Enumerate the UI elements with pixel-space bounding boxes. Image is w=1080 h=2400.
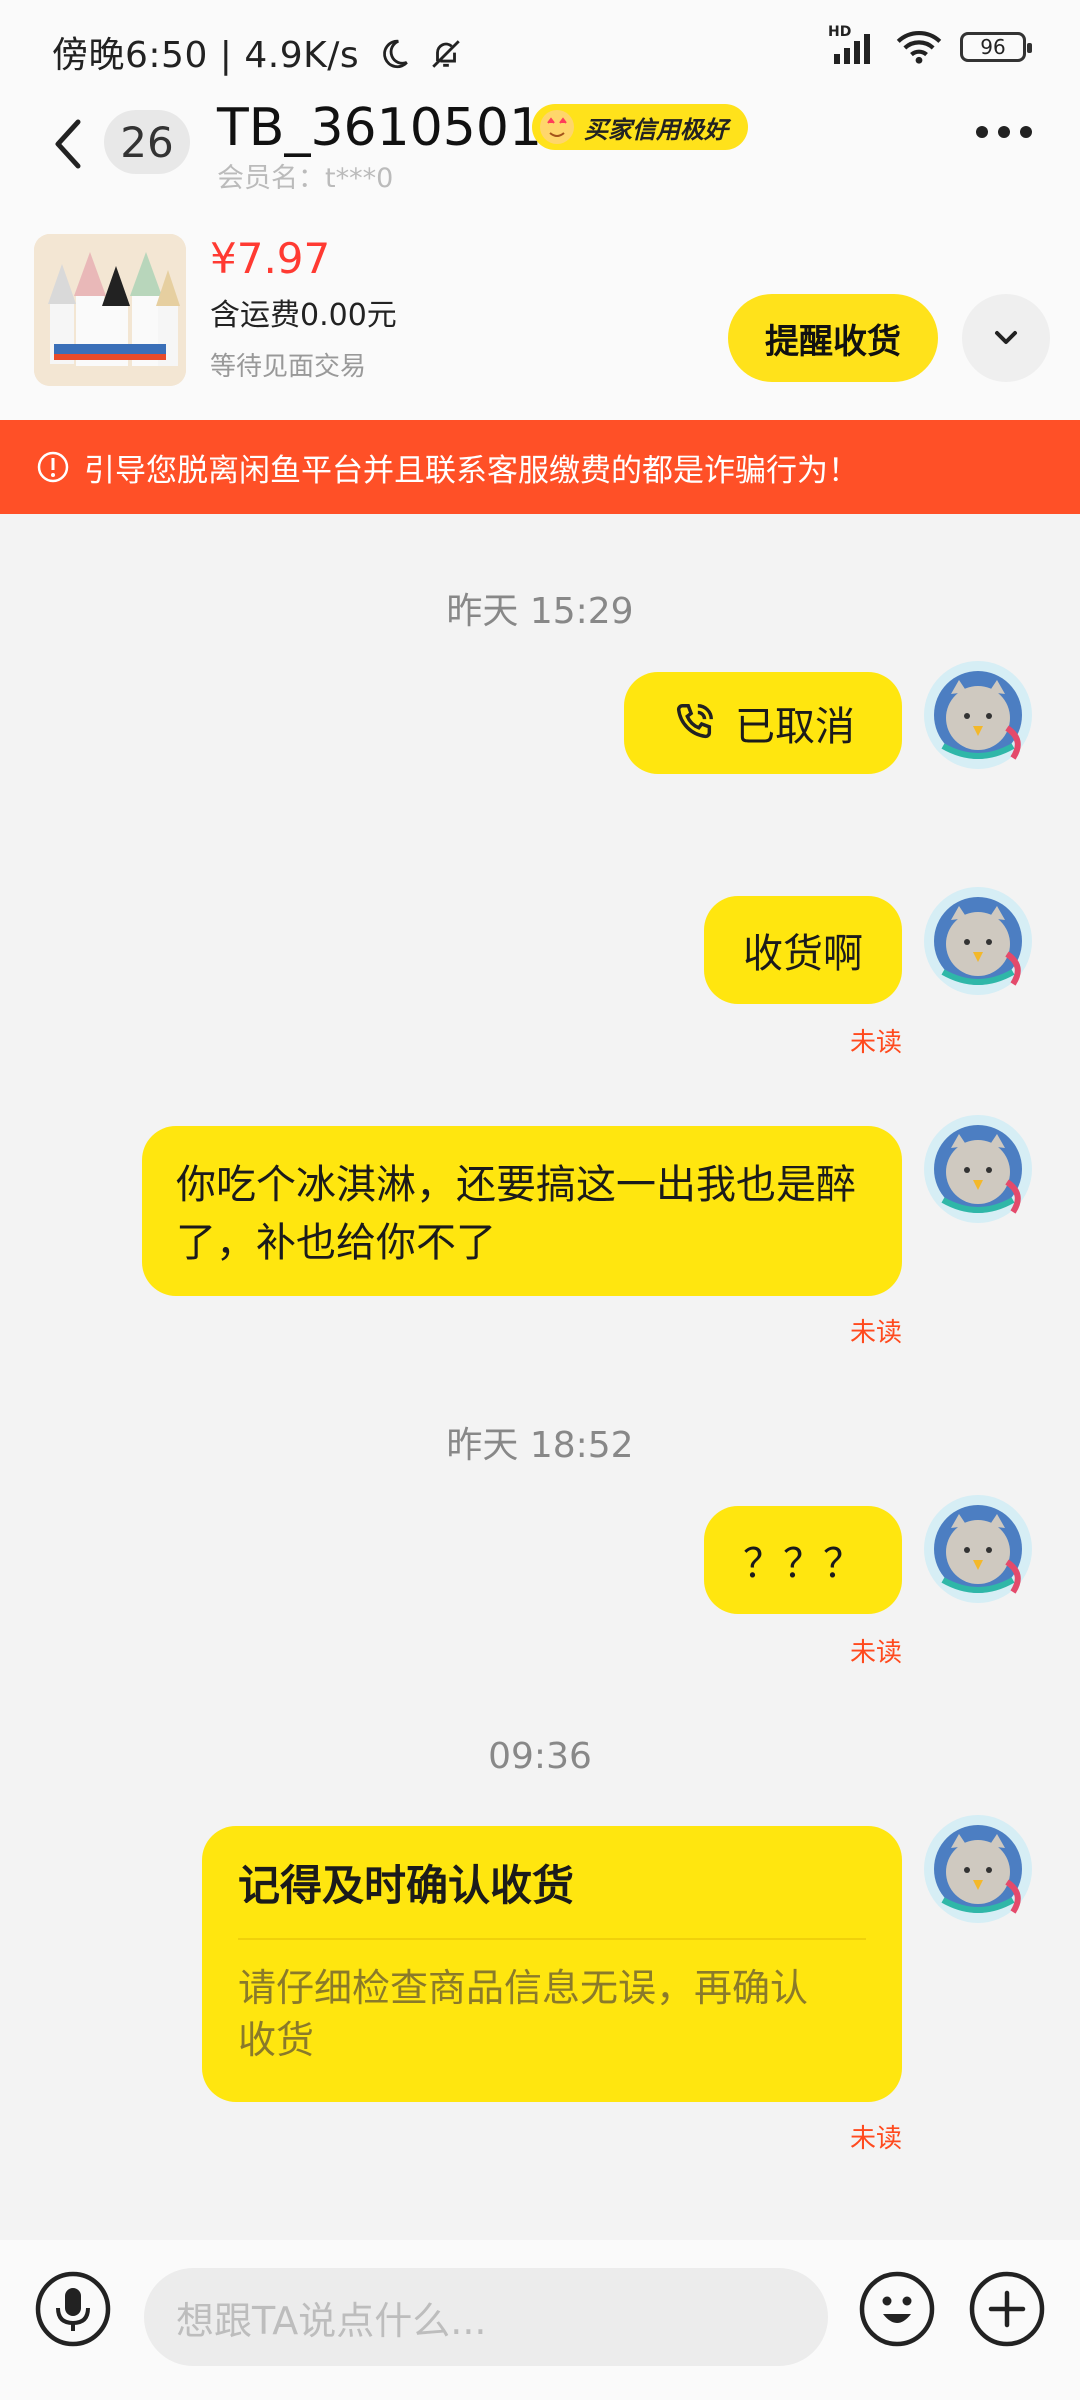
confirm-receipt-card[interactable]: 记得及时确认收货 请仔细检查商品信息无误，再确认收货 bbox=[202, 1826, 902, 2102]
fraud-warning-banner: 引导您脱离闲鱼平台并且联系客服缴费的都是诈骗行为！ bbox=[0, 420, 1080, 514]
warning-text: 引导您脱离闲鱼平台并且联系客服缴费的都是诈骗行为！ bbox=[84, 452, 859, 489]
microphone-icon[interactable] bbox=[34, 2270, 112, 2348]
contact-name: TB_36105018 bbox=[217, 98, 576, 158]
message-bubble[interactable]: 收货啊 bbox=[704, 896, 902, 1004]
status-icons: HD 96 bbox=[828, 24, 1032, 64]
moon-icon bbox=[383, 39, 408, 69]
order-status: 等待见面交易 bbox=[210, 352, 367, 382]
chevron-down-icon bbox=[995, 331, 1017, 344]
unread-label: 未读 bbox=[849, 2124, 902, 2154]
avatar[interactable] bbox=[923, 1814, 1033, 1924]
more-icon[interactable] bbox=[976, 126, 1032, 138]
avatar[interactable] bbox=[923, 1114, 1033, 1224]
chat-topbar: 26 TB_36105018 买家信用极好 会员名：t***0 bbox=[0, 96, 1080, 196]
card-divider bbox=[238, 1938, 866, 1940]
status-time: 傍晚6:50 | 4.9K/s bbox=[52, 26, 463, 78]
product-card[interactable]: ¥7.97 含运费0.00元 等待见面交易 提醒收货 bbox=[0, 220, 1080, 410]
member-name: 会员名：t***0 bbox=[217, 163, 394, 194]
battery-icon: 96 bbox=[960, 32, 1032, 62]
product-thumbnail[interactable] bbox=[34, 234, 186, 386]
back-icon[interactable] bbox=[44, 114, 94, 174]
remind-receipt-button[interactable]: 提醒收货 bbox=[728, 294, 938, 382]
header: 傍晚6:50 | 4.9K/s HD 96 26 TB_36105018 买家信… bbox=[0, 0, 1080, 420]
avatar[interactable] bbox=[923, 1494, 1033, 1604]
message-input[interactable]: 想跟TA说点什么... bbox=[144, 2268, 828, 2366]
star-eyes-emoji-icon bbox=[540, 110, 574, 144]
avatar[interactable] bbox=[923, 660, 1033, 770]
bell-off-icon bbox=[432, 40, 460, 68]
unread-label: 未读 bbox=[849, 1318, 902, 1348]
unread-label: 未读 bbox=[849, 1638, 902, 1668]
product-price: ¥7.97 bbox=[210, 234, 331, 283]
credit-badge[interactable]: 买家信用极好 bbox=[532, 104, 748, 150]
timestamp: 昨天 18:52 bbox=[446, 1425, 634, 1466]
warning-icon bbox=[37, 451, 69, 483]
timestamp: 昨天 15:29 bbox=[446, 591, 634, 632]
phone-icon bbox=[676, 704, 713, 739]
input-bar: 想跟TA说点什么... bbox=[0, 2240, 1080, 2400]
message-bubble[interactable]: ？？？ bbox=[704, 1506, 902, 1614]
product-shipping: 含运费0.00元 bbox=[210, 298, 397, 333]
message-bubble[interactable]: 你吃个冰淇淋，还要搞这一出我也是醉了，补也给你不了 bbox=[142, 1126, 902, 1296]
emoji-icon[interactable] bbox=[858, 2270, 936, 2348]
expand-button[interactable] bbox=[962, 294, 1050, 382]
signal-icon: HD bbox=[828, 24, 878, 64]
avatar[interactable] bbox=[923, 886, 1033, 996]
timestamp: 09:36 bbox=[488, 1736, 592, 1777]
unread-label: 未读 bbox=[849, 1028, 902, 1058]
card-body: 请仔细检查商品信息无误，再确认收货 bbox=[238, 1966, 809, 2062]
plus-icon[interactable] bbox=[968, 2270, 1046, 2348]
status-bar: 傍晚6:50 | 4.9K/s HD 96 bbox=[0, 0, 1080, 90]
card-title: 记得及时确认收货 bbox=[238, 1861, 575, 1910]
call-record-bubble[interactable]: 已取消 bbox=[624, 672, 902, 774]
wifi-icon bbox=[896, 31, 942, 64]
unread-count-badge[interactable]: 26 bbox=[104, 110, 190, 174]
